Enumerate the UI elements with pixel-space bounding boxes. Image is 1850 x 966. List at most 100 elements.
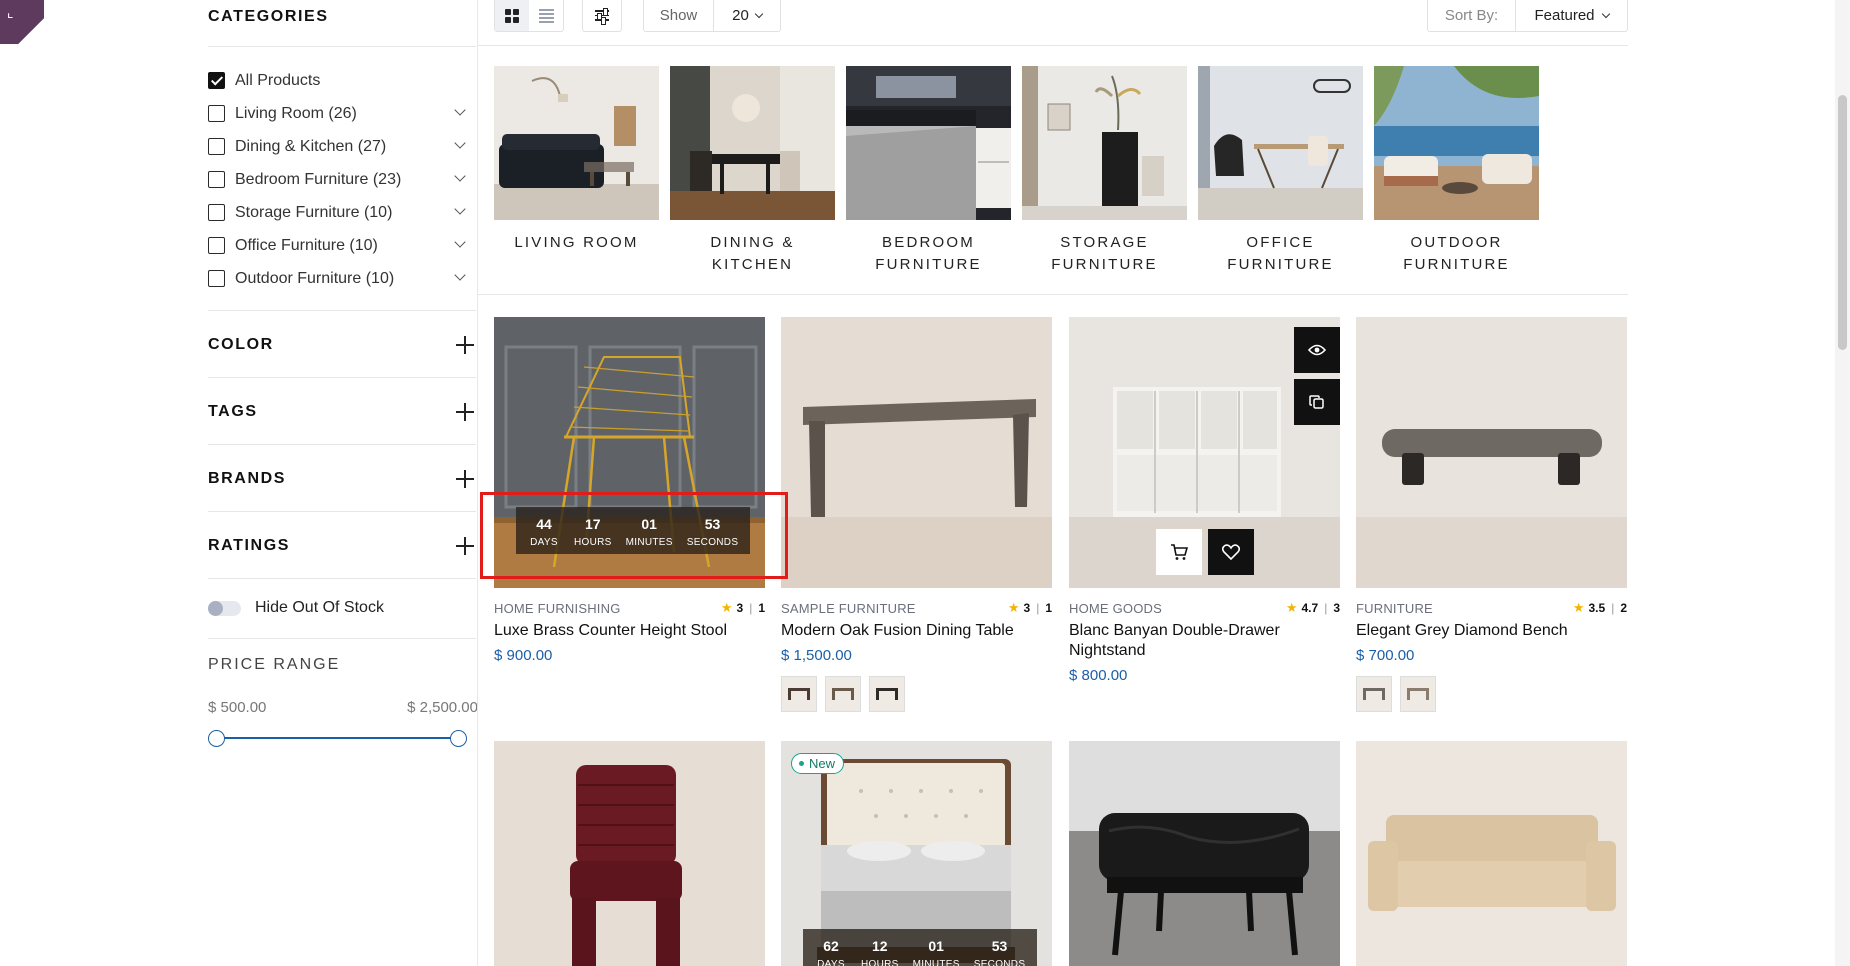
category-bedroom-furniture[interactable]: Bedroom Furniture (23) bbox=[208, 163, 476, 196]
sort-select[interactable]: Featured bbox=[1516, 7, 1627, 24]
category-name[interactable]: OUTDOOR FURNITURE bbox=[1374, 232, 1539, 276]
category-card-office-furniture[interactable]: OFFICE FURNITURE bbox=[1198, 66, 1363, 276]
checkbox[interactable] bbox=[208, 171, 225, 188]
category-storage-furniture[interactable]: Storage Furniture (10) bbox=[208, 196, 476, 229]
category-card-outdoor-furniture[interactable]: OUTDOOR FURNITURE bbox=[1374, 66, 1539, 276]
variant-swatch[interactable] bbox=[869, 676, 905, 712]
product-image[interactable] bbox=[1356, 741, 1627, 966]
filter-color[interactable]: COLOR bbox=[208, 330, 476, 360]
category-outdoor-furniture[interactable]: Outdoor Furniture (10) bbox=[208, 262, 476, 295]
product-category[interactable]: FURNITURE bbox=[1356, 601, 1433, 616]
countdown-minutes: 01 MINUTES bbox=[913, 937, 960, 966]
product-category[interactable]: HOME FURNISHING bbox=[494, 601, 621, 616]
product-category[interactable]: SAMPLE FURNITURE bbox=[781, 601, 916, 616]
category-name[interactable]: OFFICE FURNITURE bbox=[1198, 232, 1363, 276]
hide-out-of-stock-row[interactable]: Hide Out Of Stock bbox=[208, 596, 384, 620]
category-image[interactable] bbox=[1022, 66, 1187, 220]
product-image[interactable]: New 62 DAYS 12 HOURS 01 MINUTES 53 SECON… bbox=[781, 741, 1052, 966]
product-card[interactable] bbox=[1356, 741, 1627, 966]
category-card-bedroom-furniture[interactable]: BEDROOM FURNITURE bbox=[846, 66, 1011, 276]
filter-ratings[interactable]: RATINGS bbox=[208, 531, 476, 561]
chevron-down-icon[interactable] bbox=[454, 236, 466, 248]
category-name-line: OUTDOOR bbox=[1410, 234, 1503, 251]
category-image[interactable] bbox=[846, 66, 1011, 220]
chevron-down-icon[interactable] bbox=[454, 269, 466, 281]
checkbox[interactable] bbox=[208, 270, 225, 287]
category-image[interactable] bbox=[1198, 66, 1363, 220]
page-scrollbar[interactable] bbox=[1835, 0, 1850, 966]
category-label: Living Room (26) bbox=[235, 104, 357, 122]
grid-view-button[interactable] bbox=[495, 0, 529, 31]
add-to-wishlist-button[interactable] bbox=[1208, 529, 1254, 575]
category-name[interactable]: DINING & KITCHEN bbox=[670, 232, 835, 276]
add-to-cart-button[interactable] bbox=[1156, 529, 1202, 575]
product-card[interactable] bbox=[494, 741, 765, 966]
product-card[interactable]: HOME GOODS ★ 4.7 | 3 Blanc Banyan Double… bbox=[1069, 317, 1340, 684]
checkbox-checked[interactable] bbox=[208, 72, 225, 89]
checkbox[interactable] bbox=[208, 237, 225, 254]
checkbox[interactable] bbox=[208, 138, 225, 155]
product-card[interactable]: FURNITURE ★ 3.5 | 2 Elegant Grey Diamond… bbox=[1356, 317, 1627, 712]
category-living-room[interactable]: Living Room (26) bbox=[208, 97, 476, 130]
product-image[interactable]: 44 DAYS 17 HOURS 01 MINUTES 53 SECONDS bbox=[494, 317, 765, 588]
chevron-down-icon[interactable] bbox=[454, 203, 466, 215]
product-name[interactable]: Luxe Brass Counter Height Stool bbox=[494, 621, 765, 641]
view-toggle bbox=[494, 0, 564, 32]
list-view-button[interactable] bbox=[529, 0, 563, 31]
category-name[interactable]: LIVING ROOM bbox=[494, 232, 659, 254]
category-office-furniture[interactable]: Office Furniture (10) bbox=[208, 229, 476, 262]
category-card-dining-kitchen[interactable]: DINING & KITCHEN bbox=[670, 66, 835, 276]
show-select[interactable]: 20 bbox=[714, 7, 780, 24]
category-image[interactable] bbox=[1374, 66, 1539, 220]
product-name[interactable]: Blanc Banyan Double-Drawer Nightstand bbox=[1069, 621, 1340, 661]
show-per-page[interactable]: Show 20 bbox=[643, 0, 781, 32]
chevron-down-icon[interactable] bbox=[454, 170, 466, 182]
price-slider-max-handle[interactable] bbox=[450, 730, 467, 747]
category-image[interactable] bbox=[494, 66, 659, 220]
category-image[interactable] bbox=[670, 66, 835, 220]
compare-button[interactable] bbox=[1294, 379, 1340, 425]
plus-icon[interactable] bbox=[456, 470, 474, 488]
corner-tab[interactable]: ⌞ bbox=[0, 0, 44, 44]
filter-brands[interactable]: BRANDS bbox=[208, 464, 476, 494]
variant-swatch[interactable] bbox=[1356, 676, 1392, 712]
filter-tags[interactable]: TAGS bbox=[208, 397, 476, 427]
checkbox[interactable] bbox=[208, 105, 225, 122]
category-card-living-room[interactable]: LIVING ROOM bbox=[494, 66, 659, 254]
product-card[interactable]: New 62 DAYS 12 HOURS 01 MINUTES 53 SECON… bbox=[781, 741, 1052, 966]
chevron-down-icon[interactable] bbox=[454, 104, 466, 116]
variant-swatch[interactable] bbox=[781, 676, 817, 712]
category-all-products[interactable]: All Products bbox=[208, 64, 476, 97]
product-image[interactable] bbox=[1356, 317, 1627, 588]
category-name[interactable]: BEDROOM FURNITURE bbox=[846, 232, 1011, 276]
variant-swatch[interactable] bbox=[825, 676, 861, 712]
product-image[interactable] bbox=[1069, 741, 1340, 966]
category-card-storage-furniture[interactable]: STORAGE FURNITURE bbox=[1022, 66, 1187, 276]
plus-icon[interactable] bbox=[456, 537, 474, 555]
chevron-down-icon[interactable] bbox=[454, 137, 466, 149]
filter-toggle-button[interactable] bbox=[582, 0, 622, 32]
countdown-label: MINUTES bbox=[625, 537, 673, 548]
variant-swatch[interactable] bbox=[1400, 676, 1436, 712]
product-name[interactable]: Elegant Grey Diamond Bench bbox=[1356, 621, 1627, 641]
product-name[interactable]: Modern Oak Fusion Dining Table bbox=[781, 621, 1052, 641]
plus-icon[interactable] bbox=[456, 336, 474, 354]
product-image[interactable] bbox=[1069, 317, 1340, 588]
product-category[interactable]: HOME GOODS bbox=[1069, 601, 1162, 616]
product-card[interactable]: SAMPLE FURNITURE ★ 3 | 1 Modern Oak Fusi… bbox=[781, 317, 1052, 712]
product-image[interactable] bbox=[781, 317, 1052, 588]
category-name[interactable]: STORAGE FURNITURE bbox=[1022, 232, 1187, 276]
price-slider-track[interactable] bbox=[216, 737, 458, 739]
price-slider-min-handle[interactable] bbox=[208, 730, 225, 747]
product-image[interactable] bbox=[494, 741, 765, 966]
product-card[interactable] bbox=[1069, 741, 1340, 966]
countdown-timer: 44 DAYS 17 HOURS 01 MINUTES 53 SECONDS bbox=[516, 507, 751, 554]
hide-out-of-stock-toggle[interactable] bbox=[208, 600, 241, 616]
scrollbar-thumb[interactable] bbox=[1838, 95, 1847, 350]
sort-by[interactable]: Sort By: Featured bbox=[1427, 0, 1628, 32]
quick-view-button[interactable] bbox=[1294, 327, 1340, 373]
checkbox[interactable] bbox=[208, 204, 225, 221]
product-card[interactable]: 44 DAYS 17 HOURS 01 MINUTES 53 SECONDS H… bbox=[494, 317, 765, 664]
plus-icon[interactable] bbox=[456, 403, 474, 421]
category-dining-kitchen[interactable]: Dining & Kitchen (27) bbox=[208, 130, 476, 163]
